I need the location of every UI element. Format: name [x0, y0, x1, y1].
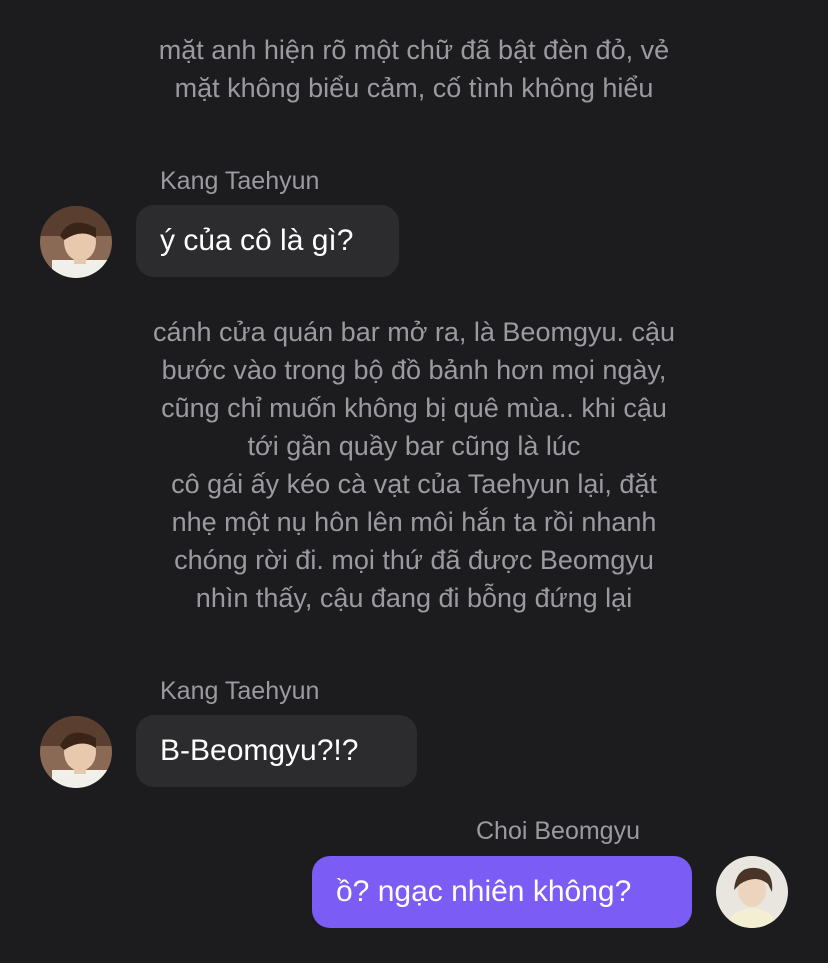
message-bubble[interactable]: ồ? ngạc nhiên không? [312, 856, 692, 928]
sender-name: Choi Beomgyu [476, 817, 640, 845]
avatar-choi-beomgyu[interactable] [716, 856, 788, 928]
narration-text: cánh cửa quán bar mở ra, là Beomgyu. cậu… [152, 317, 676, 613]
narration-text: mặt anh hiện rõ một chữ đã bật đèn đỏ, v… [158, 35, 670, 103]
message-bubble[interactable]: B-Beomgyu?!? [136, 715, 417, 787]
sender-name: Kang Taehyun [160, 167, 320, 195]
message-bubble[interactable]: ý của cô là gì? [136, 205, 399, 277]
sender-name: Kang Taehyun [160, 677, 320, 705]
avatar-kang-taehyun[interactable] [40, 206, 112, 278]
avatar-kang-taehyun[interactable] [40, 716, 112, 788]
